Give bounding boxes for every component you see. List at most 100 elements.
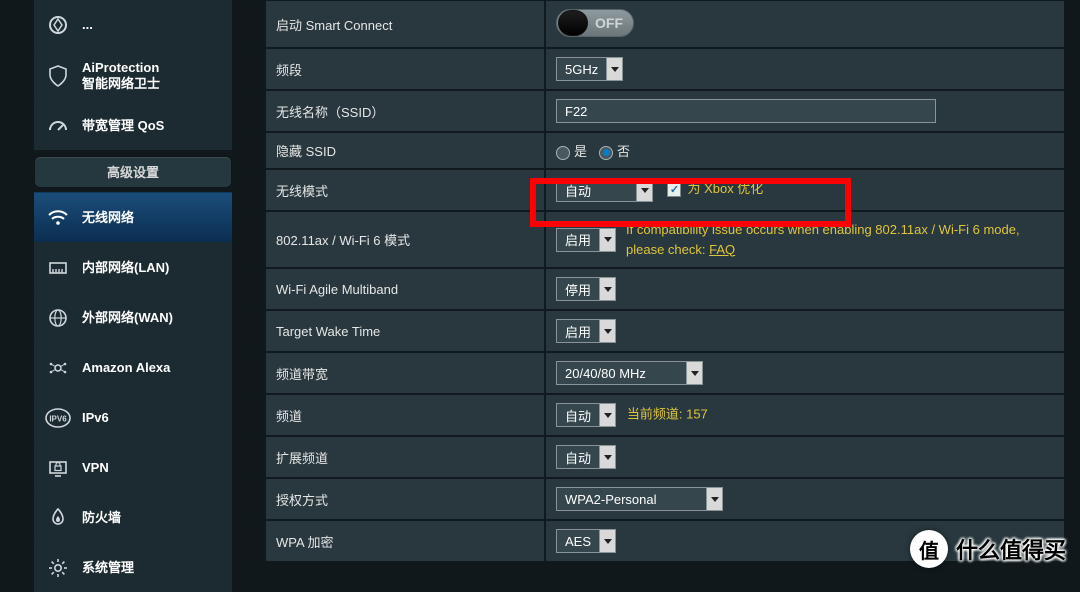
row-label: 无线模式 — [265, 169, 545, 211]
row-channel-bandwidth: 频道带宽 20/40/80 MHz — [265, 352, 1065, 394]
row-label: 频段 — [265, 48, 545, 90]
bandwidth-select[interactable]: 20/40/80 MHz — [556, 361, 703, 385]
gear-icon — [44, 554, 72, 582]
radio-yes[interactable]: 是 — [556, 141, 587, 160]
select-value: AES — [556, 529, 599, 553]
settings-table: 启动 Smart Connect OFF 频段 5GHz 无线名称（SSID） — [265, 0, 1065, 562]
chevron-down-icon — [636, 178, 653, 202]
svg-text:IPV6: IPV6 — [49, 414, 67, 423]
sidebar-item-label: IPv6 — [82, 410, 109, 426]
sidebar-item-label: 系统管理 — [82, 560, 134, 576]
row-label: 隐藏 SSID — [265, 132, 545, 169]
ipv6-icon: IPV6 — [44, 404, 72, 432]
chevron-down-icon — [599, 228, 616, 252]
shield-icon — [44, 11, 72, 39]
row-auth-method: 授权方式 WPA2-Personal — [265, 478, 1065, 520]
select-value: 自动 — [556, 403, 599, 427]
toggle-state: OFF — [589, 15, 633, 31]
watermark-text: 什么值得买 — [956, 533, 1066, 565]
row-label: 授权方式 — [265, 478, 545, 520]
chevron-down-icon — [686, 361, 703, 385]
sidebar-item-label: 无线网络 — [82, 210, 134, 226]
row-wireless-mode: 无线模式 自动 为 Xbox 优化 — [265, 169, 1065, 211]
sidebar-item-label: 带宽管理 QoS — [82, 118, 164, 134]
globe-icon — [44, 304, 72, 332]
row-label: 频道带宽 — [265, 352, 545, 394]
radio-icon — [556, 146, 570, 160]
select-value: WPA2-Personal — [556, 487, 706, 511]
row-ext-channel: 扩展频道 自动 — [265, 436, 1065, 478]
twt-select[interactable]: 启用 — [556, 319, 616, 343]
sidebar-item-label: 内部网络(LAN) — [82, 260, 169, 276]
row-ssid: 无线名称（SSID） — [265, 90, 1065, 132]
sidebar-item-ipv6[interactable]: IPV6 IPv6 — [34, 392, 232, 442]
sidebar-item-label: VPN — [82, 460, 109, 476]
sidebar: ... AiProtection 智能网络卫士 带宽管理 QoS 高级设置 无线… — [34, 0, 232, 592]
row-hide-ssid: 隐藏 SSID 是 否 — [265, 132, 1065, 169]
row-agile-multiband: Wi-Fi Agile Multiband 停用 — [265, 268, 1065, 310]
row-channel: 频道 自动 当前频道: 157 — [265, 394, 1065, 436]
row-label: 频道 — [265, 394, 545, 436]
alexa-icon — [44, 354, 72, 382]
sidebar-item-sublabel: 智能网络卫士 — [82, 76, 160, 92]
sidebar-item-admin[interactable]: 系统管理 — [34, 542, 232, 592]
chevron-down-icon — [706, 487, 723, 511]
select-value: 启用 — [556, 228, 599, 252]
xbox-checkbox[interactable]: 为 Xbox 优化 — [667, 181, 763, 196]
sidebar-item-label: Amazon Alexa — [82, 360, 170, 376]
chevron-down-icon — [599, 319, 616, 343]
sidebar-item-wan[interactable]: 外部网络(WAN) — [34, 292, 232, 342]
vpn-icon — [44, 454, 72, 482]
sidebar-item-aiprotection[interactable]: AiProtection 智能网络卫士 — [34, 50, 232, 100]
sidebar-item-alexa[interactable]: Amazon Alexa — [34, 342, 232, 392]
select-value: 20/40/80 MHz — [556, 361, 686, 385]
toggle-smart-connect[interactable]: OFF — [556, 9, 634, 37]
radio-icon — [599, 146, 613, 160]
wifi-icon — [44, 204, 72, 232]
gauge-icon — [44, 112, 72, 140]
agile-select[interactable]: 停用 — [556, 277, 616, 301]
watermark: 值 什么值得买 — [910, 530, 1066, 568]
firewall-icon — [44, 504, 72, 532]
row-label: Target Wake Time — [265, 310, 545, 352]
sidebar-section-header: 高级设置 — [34, 156, 232, 188]
select-value: 自动 — [556, 445, 599, 469]
sidebar-item-firewall[interactable]: 防火墙 — [34, 492, 232, 542]
sidebar-item-lan[interactable]: 内部网络(LAN) — [34, 242, 232, 292]
toggle-knob — [558, 10, 588, 36]
mode-select[interactable]: 自动 — [556, 178, 653, 202]
settings-panel: 启动 Smart Connect OFF 频段 5GHz 无线名称（SSID） — [265, 0, 1065, 562]
select-value: 5GHz — [556, 57, 606, 81]
row-80211ax: 802.11ax / Wi-Fi 6 模式 启用 If compatibilit… — [265, 211, 1065, 268]
band-select[interactable]: 5GHz — [556, 57, 623, 81]
checkbox-icon — [667, 183, 681, 197]
sidebar-item-wireless[interactable]: 无线网络 — [34, 192, 232, 242]
row-label: Wi-Fi Agile Multiband — [265, 268, 545, 310]
extchannel-select[interactable]: 自动 — [556, 445, 616, 469]
chevron-down-icon — [606, 57, 623, 81]
chevron-down-icon — [599, 403, 616, 427]
chevron-down-icon — [599, 445, 616, 469]
wpa-select[interactable]: AES — [556, 529, 616, 553]
lan-icon — [44, 254, 72, 282]
sidebar-item-vpn[interactable]: VPN — [34, 442, 232, 492]
row-label: 启动 Smart Connect — [265, 0, 545, 48]
radio-no[interactable]: 否 — [599, 141, 630, 160]
channel-select[interactable]: 自动 — [556, 403, 616, 427]
row-label: 无线名称（SSID） — [265, 90, 545, 132]
watermark-badge: 值 — [910, 530, 948, 568]
select-value: 自动 — [556, 178, 636, 202]
sidebar-item-top-0[interactable]: ... — [34, 0, 232, 50]
ax-select[interactable]: 启用 — [556, 228, 616, 252]
ssid-input[interactable] — [556, 99, 936, 123]
current-channel: 当前频道: 157 — [627, 406, 708, 421]
row-label: 802.11ax / Wi-Fi 6 模式 — [265, 211, 545, 268]
auth-select[interactable]: WPA2-Personal — [556, 487, 723, 511]
row-label: WPA 加密 — [265, 520, 545, 562]
hide-ssid-radio-group: 是 否 — [556, 141, 1054, 160]
sidebar-item-qos[interactable]: 带宽管理 QoS — [34, 100, 232, 150]
chevron-down-icon — [599, 277, 616, 301]
faq-link[interactable]: FAQ — [709, 242, 735, 257]
chevron-down-icon — [599, 529, 616, 553]
sidebar-item-label: AiProtection — [82, 60, 160, 76]
